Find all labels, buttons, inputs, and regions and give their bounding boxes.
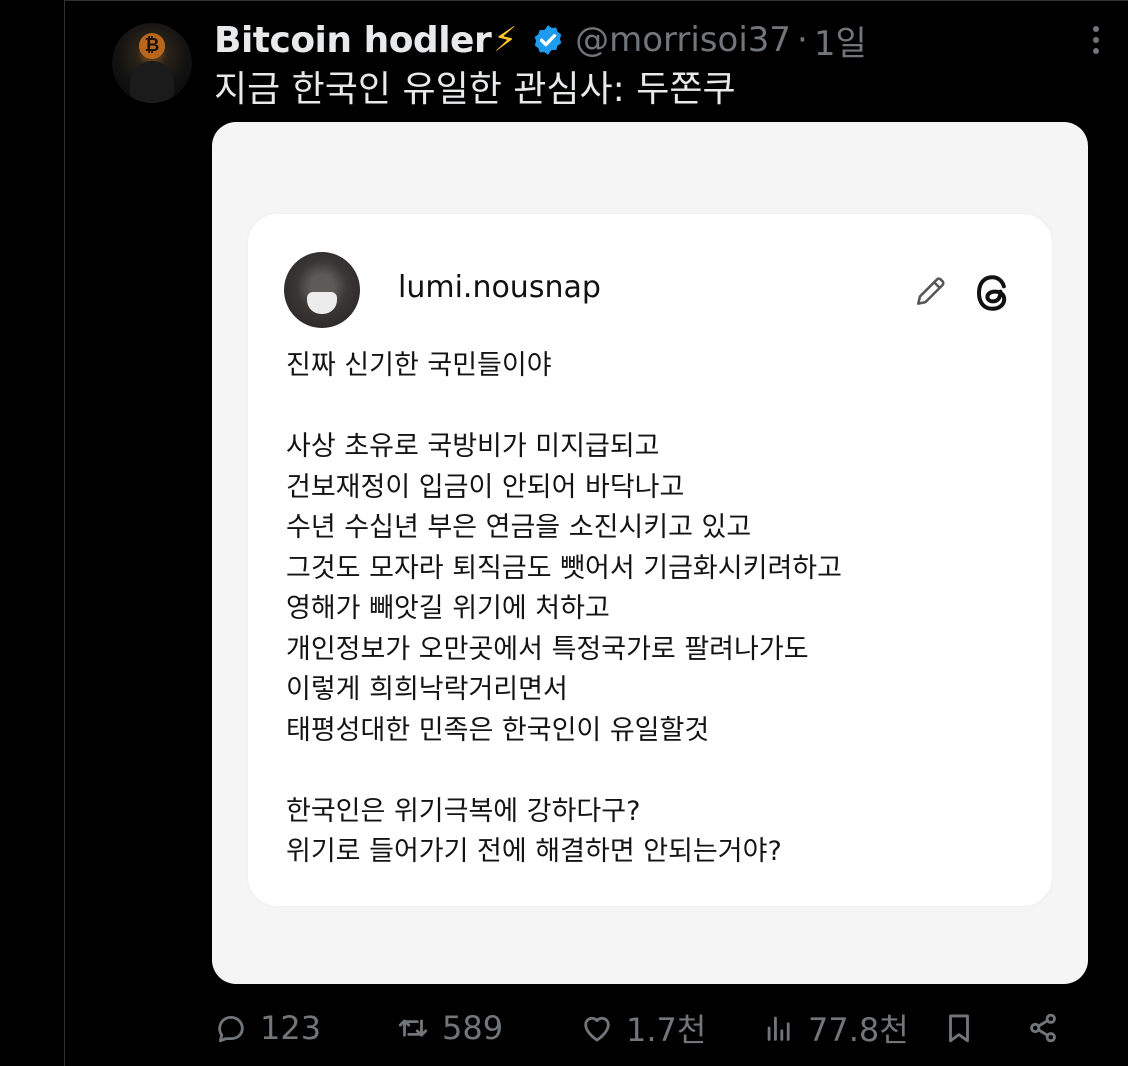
card-line: 한국인은 위기극복에 강하다구? [286, 795, 641, 827]
share-icon [1030, 1013, 1056, 1043]
display-name[interactable]: Bitcoin hodler [214, 20, 492, 61]
card-line: 사상 초유로 국방비가 미지급되고 [286, 431, 660, 462]
card-avatar [284, 252, 360, 328]
tweet-actions: 123 589 1.7천 77.8천 [214, 1000, 1074, 1056]
bookmark-button[interactable] [942, 1000, 976, 1056]
timeline-divider [64, 0, 65, 1066]
bookmark-icon [949, 1014, 969, 1043]
card-line: 그것도 모자라 퇴직금도 뺏어서 기금화시키려하고 [286, 552, 842, 584]
share-button[interactable] [1026, 1000, 1060, 1056]
card-line: 영해가 빼앗길 위기에 처하고 [286, 593, 610, 624]
threads-post-card: lumi.nousnap 진짜 신기한 국민들이야 사상 초유로 국방비가 미지… [248, 214, 1052, 906]
card-line: 태평성대한 민족은 한국인이 유일할것 [286, 714, 710, 746]
views-icon [767, 1016, 790, 1041]
card-line [286, 387, 842, 428]
reply-icon [218, 1015, 244, 1043]
pencil-icon [917, 277, 945, 305]
like-icon [584, 1016, 610, 1042]
views-button[interactable]: 77.8천 [762, 1000, 909, 1056]
card-line: 개인정보가 오만곳에서 특정국가로 팔려나가도 [286, 633, 809, 665]
card-line: 위기로 들어가기 전에 해결하면 안되는거야? [286, 836, 782, 867]
author-avatar[interactable]: ₿ [112, 23, 192, 103]
top-divider [64, 0, 1128, 1]
tweet-text: 지금 한국인 유일한 관심사: 두쫀쿠 [214, 69, 736, 110]
reply-button[interactable]: 123 [214, 1000, 321, 1056]
tweet-media-image[interactable]: lumi.nousnap 진짜 신기한 국민들이야 사상 초유로 국방비가 미지… [212, 122, 1088, 984]
avatar-figure [130, 61, 174, 103]
card-username: lumi.nousnap [398, 270, 601, 305]
card-line: 이렇게 희희낙락거리면서 [286, 674, 568, 705]
retweet-icon [398, 1019, 428, 1037]
card-body-text: 진짜 신기한 국민들이야 사상 초유로 국방비가 미지급되고 건보재정이 입금이… [286, 346, 842, 873]
card-line [286, 751, 842, 792]
retweet-button[interactable]: 589 [396, 1000, 503, 1056]
tweet-header: Bitcoin hodler ⚡ @morrisoi37 · 1일 [214, 16, 867, 64]
author-handle[interactable]: @morrisoi37 [575, 20, 791, 60]
threads-logo-icon [976, 275, 1007, 311]
like-count: 1.7천 [626, 1011, 707, 1049]
card-line: 수년 수십년 부은 연금을 소진시키고 있고 [286, 512, 752, 543]
timestamp[interactable]: 1일 [814, 16, 867, 65]
bitcoin-coin-icon: ₿ [139, 33, 165, 59]
reply-count: 123 [260, 1009, 322, 1047]
lightning-icon: ⚡ [493, 20, 518, 60]
avatar-mask [307, 292, 337, 314]
like-button[interactable]: 1.7천 [580, 1000, 706, 1056]
retweet-count: 589 [442, 1009, 504, 1047]
more-icon[interactable] [1084, 18, 1108, 62]
separator-dot: · [797, 20, 808, 60]
card-line: 건보재정이 입금이 안되어 바닥나고 [286, 471, 685, 503]
left-rail [0, 0, 64, 1066]
card-line: 진짜 신기한 국민들이야 [286, 350, 552, 381]
views-count: 77.8천 [808, 1011, 909, 1049]
verified-badge-icon [534, 25, 562, 55]
